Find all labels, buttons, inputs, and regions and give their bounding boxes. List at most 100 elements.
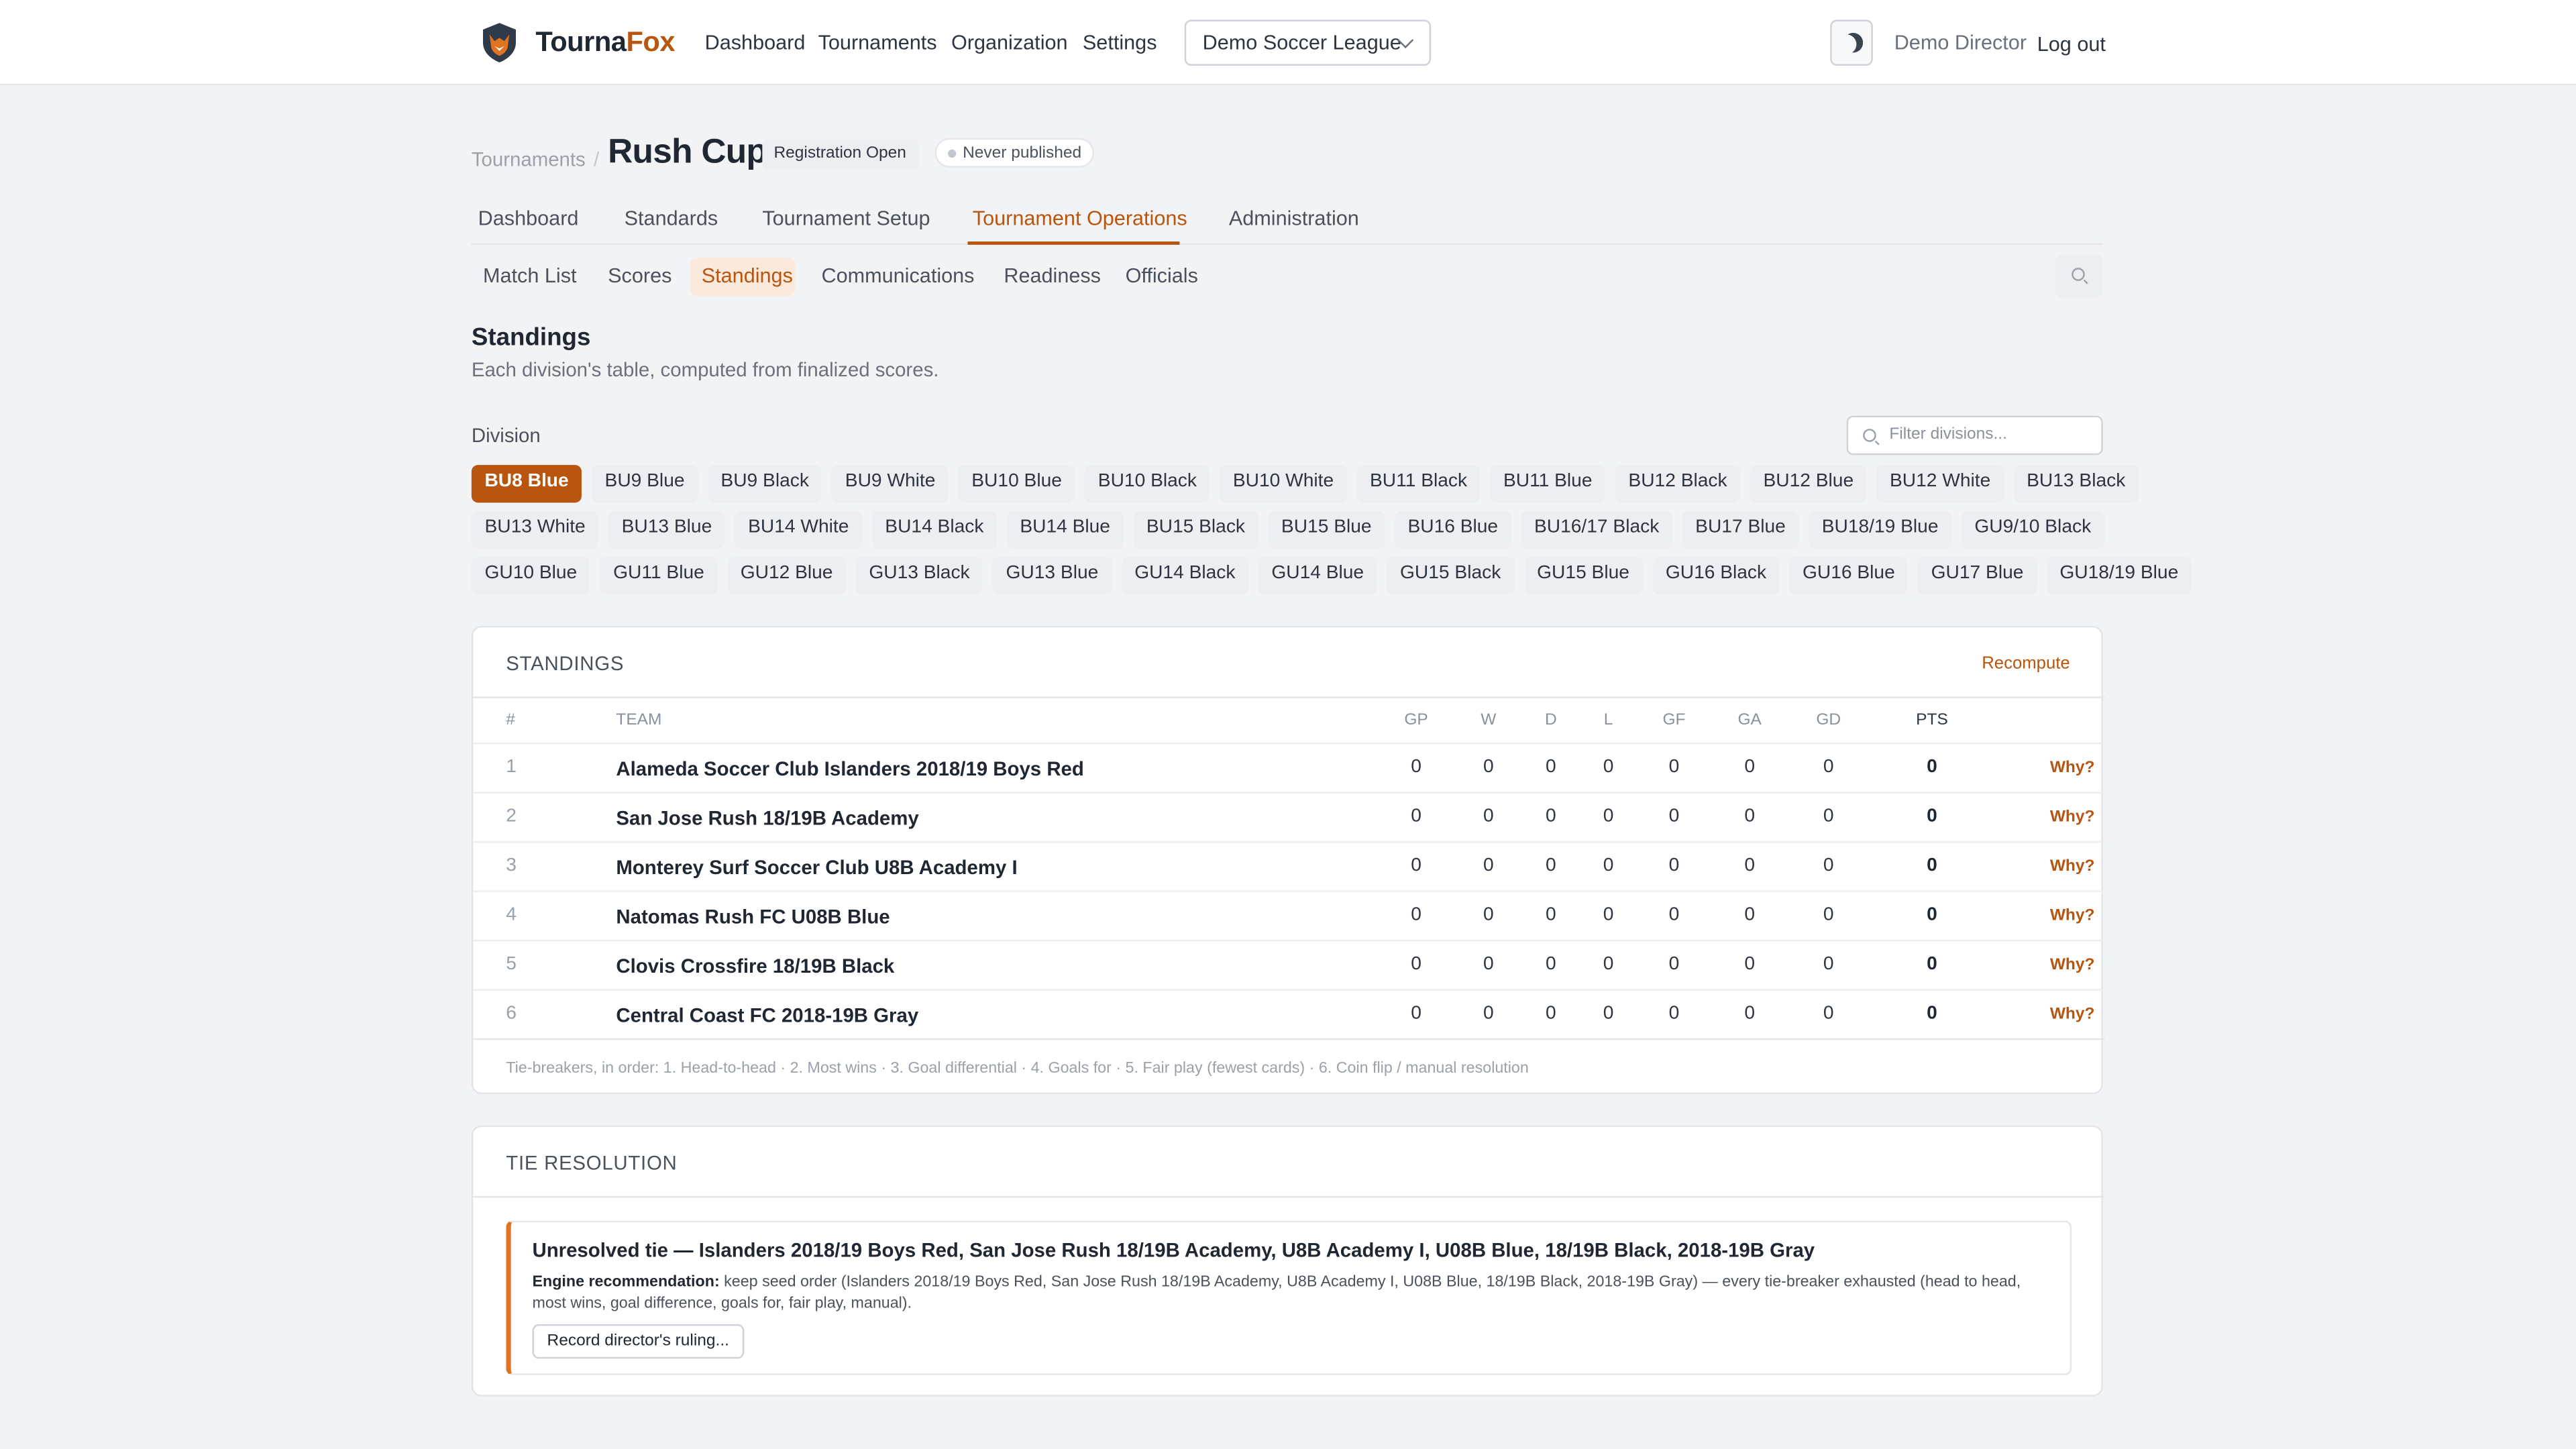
subtab-scores[interactable]: Scores	[608, 264, 672, 287]
division-chip[interactable]: BU14 White	[735, 511, 862, 549]
l-cell: 0	[1603, 1004, 1614, 1024]
tabs-divider	[471, 243, 2103, 245]
division-chip[interactable]: BU16 Blue	[1394, 511, 1511, 549]
division-chip[interactable]: BU10 Black	[1085, 465, 1210, 503]
pts-cell: 0	[1927, 806, 1937, 826]
division-chip[interactable]: GU9/10 Black	[1961, 511, 2104, 549]
division-chip[interactable]: BU12 White	[1876, 465, 2004, 503]
division-chip[interactable]: GU18/19 Blue	[2046, 557, 2192, 595]
why-link[interactable]: Why?	[2050, 857, 2095, 875]
division-chip[interactable]: BU15 Black	[1133, 511, 1258, 549]
division-chip[interactable]: GU16 Blue	[1789, 557, 1909, 595]
division-chip[interactable]: GU11 Blue	[600, 557, 718, 595]
division-chip[interactable]: BU12 Blue	[1750, 465, 1867, 503]
division-chip[interactable]: GU13 Black	[855, 557, 983, 595]
division-chip[interactable]: BU15 Blue	[1268, 511, 1385, 549]
why-link[interactable]: Why?	[2050, 907, 2095, 925]
division-chip[interactable]: BU13 White	[471, 511, 599, 549]
logout-link[interactable]: Log out	[2037, 33, 2106, 56]
d-cell: 0	[1546, 855, 1556, 876]
division-chip[interactable]: BU16/17 Black	[1521, 511, 1672, 549]
division-filter-input[interactable]	[1889, 425, 2087, 444]
division-label: Division	[471, 423, 541, 447]
gp-cell: 0	[1411, 905, 1421, 925]
section-subtitle: Each division's table, computed from fin…	[471, 358, 939, 382]
division-chip[interactable]: GU16 Black	[1652, 557, 1780, 595]
why-link[interactable]: Why?	[2050, 1006, 2095, 1024]
nav-settings[interactable]: Settings	[1083, 32, 1157, 54]
why-link[interactable]: Why?	[2050, 956, 2095, 974]
team-name[interactable]: Natomas Rush FC U08B Blue	[616, 905, 890, 928]
division-chip[interactable]: GU10 Blue	[471, 557, 590, 595]
subtab-communications[interactable]: Communications	[822, 264, 975, 287]
division-filter[interactable]	[1846, 415, 2103, 455]
breadcrumb-tournaments-link[interactable]: Tournaments	[472, 148, 586, 170]
division-chip[interactable]: BU9 White	[832, 465, 949, 503]
ga-cell: 0	[1744, 905, 1756, 925]
team-name[interactable]: Monterey Surf Soccer Club U8B Academy I	[616, 856, 1017, 879]
division-chip[interactable]: BU9 Blue	[591, 465, 698, 503]
user-name[interactable]: Demo Director	[1894, 32, 2027, 54]
team-name[interactable]: Alameda Soccer Club Islanders 2018/19 Bo…	[616, 757, 1083, 780]
gd-cell: 0	[1823, 757, 1834, 777]
tab-tournament-setup[interactable]: Tournament Setup	[762, 207, 930, 230]
tab-standards[interactable]: Standards	[625, 207, 718, 230]
nav-dashboard[interactable]: Dashboard	[705, 32, 806, 54]
why-link[interactable]: Why?	[2050, 808, 2095, 826]
tab-dashboard[interactable]: Dashboard	[478, 207, 579, 230]
division-chip[interactable]: BU11 Black	[1356, 465, 1481, 503]
division-chip[interactable]: BU8 Blue	[471, 465, 582, 503]
team-name[interactable]: Clovis Crossfire 18/19B Black	[616, 955, 894, 977]
division-chip[interactable]: BU10 Blue	[958, 465, 1075, 503]
tab-administration[interactable]: Administration	[1229, 207, 1359, 230]
recommendation-text: keep seed order (Islanders 2018/19 Boys …	[532, 1273, 2021, 1313]
why-link[interactable]: Why?	[2050, 759, 2095, 777]
team-name[interactable]: Central Coast FC 2018-19B Gray	[616, 1004, 918, 1026]
division-chip[interactable]: BU10 White	[1220, 465, 1347, 503]
subtab-officials[interactable]: Officials	[1126, 264, 1198, 287]
division-chip[interactable]: GU17 Blue	[1918, 557, 2037, 595]
division-chip[interactable]: BU17 Blue	[1682, 511, 1799, 549]
division-chip[interactable]: GU14 Black	[1121, 557, 1249, 595]
rank-cell: 2	[506, 806, 517, 826]
nav-organization[interactable]: Organization	[951, 32, 1068, 54]
w-cell: 0	[1483, 905, 1494, 925]
subtab-standings[interactable]: Standings	[702, 264, 793, 287]
recompute-button[interactable]: Recompute	[1982, 654, 2070, 674]
l-cell: 0	[1603, 954, 1614, 975]
division-chip[interactable]: BU13 Blue	[608, 511, 725, 549]
l-cell: 0	[1603, 905, 1614, 925]
pts-cell: 0	[1927, 1004, 1937, 1024]
division-chip[interactable]: BU18/19 Blue	[1809, 511, 1952, 549]
division-chip[interactable]: GU12 Blue	[727, 557, 847, 595]
search-button[interactable]	[2055, 254, 2103, 298]
division-chip[interactable]: BU9 Black	[707, 465, 822, 503]
division-chip[interactable]: GU15 Blue	[1523, 557, 1643, 595]
pts-cell: 0	[1927, 954, 1937, 975]
nav-tournaments[interactable]: Tournaments	[818, 32, 937, 54]
ga-cell: 0	[1744, 855, 1756, 876]
l-cell: 0	[1603, 757, 1614, 777]
d-cell: 0	[1546, 954, 1556, 975]
team-name[interactable]: San Jose Rush 18/19B Academy	[616, 806, 918, 829]
w-cell: 0	[1483, 757, 1494, 777]
division-chip[interactable]: BU13 Black	[2013, 465, 2139, 503]
col-team: TEAM	[616, 711, 662, 730]
subtab-match-list[interactable]: Match List	[483, 264, 577, 287]
fox-logo-icon[interactable]	[480, 21, 519, 64]
brand-name[interactable]: TournaFox	[535, 26, 675, 59]
organization-select[interactable]: Demo Soccer League	[1184, 19, 1432, 66]
division-chip[interactable]: BU14 Black	[871, 511, 998, 549]
division-chip[interactable]: GU13 Blue	[992, 557, 1112, 595]
subtab-readiness[interactable]: Readiness	[1004, 264, 1101, 287]
theme-toggle-button[interactable]	[1830, 19, 1873, 66]
division-chip[interactable]: BU12 Black	[1615, 465, 1741, 503]
tab-tournament-operations[interactable]: Tournament Operations	[973, 207, 1187, 230]
division-chip[interactable]: BU14 Blue	[1006, 511, 1124, 549]
record-ruling-button[interactable]: Record director's ruling...	[532, 1324, 745, 1359]
division-chip[interactable]: GU14 Blue	[1258, 557, 1377, 595]
division-chip[interactable]: GU15 Black	[1387, 557, 1514, 595]
division-chip[interactable]: BU11 Blue	[1490, 465, 1606, 503]
pts-cell: 0	[1927, 855, 1937, 876]
tiebreaker-note: Tie-breakers, in order: 1. Head-to-head …	[506, 1059, 1529, 1078]
